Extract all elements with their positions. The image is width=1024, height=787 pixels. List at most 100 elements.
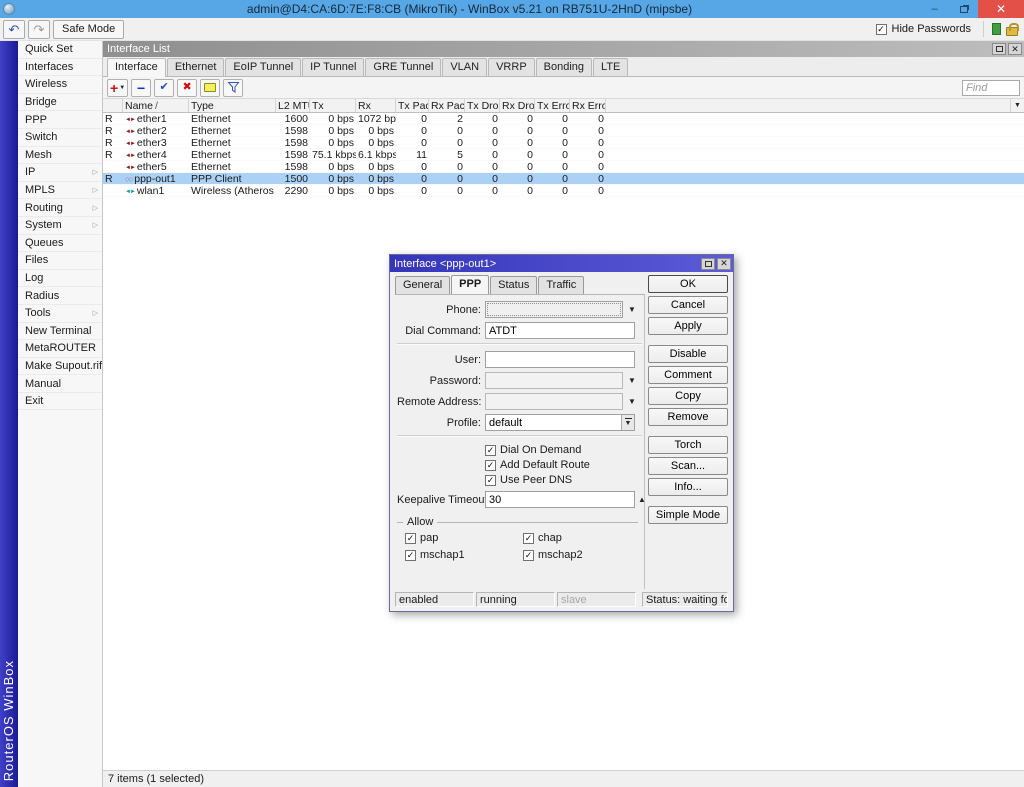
- sidebar-item-system[interactable]: System▷: [18, 217, 102, 235]
- keepalive-field[interactable]: [485, 491, 635, 508]
- add-button[interactable]: +▼: [107, 79, 128, 97]
- sidebar-item-interfaces[interactable]: Interfaces: [18, 59, 102, 77]
- column-header-rx-drops[interactable]: Rx Drops: [500, 99, 535, 112]
- sidebar-item-switch[interactable]: Switch: [18, 129, 102, 147]
- dialog-tab-general[interactable]: General: [395, 276, 450, 294]
- table-row-ether4[interactable]: R◄►ether4Ethernet159875.1 kbps6.1 kbps11…: [103, 149, 1024, 161]
- sidebar-item-queues[interactable]: Queues: [18, 235, 102, 253]
- column-header-tx-errors[interactable]: Tx Errors: [535, 99, 570, 112]
- tab-eoip-tunnel[interactable]: EoIP Tunnel: [225, 58, 301, 76]
- table-row-wlan1[interactable]: ◄►wlan1Wireless (Atheros 11N)22900 bps0 …: [103, 185, 1024, 197]
- column-header-rx[interactable]: Rx: [356, 99, 396, 112]
- column-header-rx-errors[interactable]: Rx Errors: [570, 99, 606, 112]
- column-header-name[interactable]: Name/: [123, 99, 189, 112]
- close-button[interactable]: ✕: [978, 0, 1024, 18]
- copy-button[interactable]: Copy: [648, 387, 728, 405]
- sidebar-item-bridge[interactable]: Bridge: [18, 94, 102, 112]
- interface-list-close-button[interactable]: ✕: [1008, 43, 1022, 55]
- hide-passwords-checkbox[interactable]: ✓: [876, 24, 887, 35]
- remove-button[interactable]: Remove: [648, 408, 728, 426]
- table-row-ether1[interactable]: R◄►ether1Ethernet16000 bps1072 bps020000: [103, 113, 1024, 125]
- sidebar-item-make-supout-rif[interactable]: Make Supout.rif: [18, 358, 102, 376]
- profile-combo-icon[interactable]: ▼: [621, 415, 634, 430]
- table-row-ether5[interactable]: ◄►ether5Ethernet15980 bps0 bps000000: [103, 161, 1024, 173]
- password-dropdown-icon[interactable]: ▼: [626, 376, 638, 385]
- sidebar-item-manual[interactable]: Manual: [18, 375, 102, 393]
- cancel-button[interactable]: Cancel: [648, 296, 728, 314]
- ok-button[interactable]: OK: [648, 275, 728, 293]
- checkbox-mschap2[interactable]: ✓mschap2: [523, 548, 642, 562]
- sidebar-item-wireless[interactable]: Wireless: [18, 76, 102, 94]
- dial-command-field[interactable]: [485, 322, 635, 339]
- checkbox-chap[interactable]: ✓chap: [523, 531, 642, 545]
- tab-lte[interactable]: LTE: [593, 58, 628, 76]
- column-select-icon[interactable]: ▼: [1010, 99, 1024, 112]
- remote-address-field[interactable]: [485, 393, 623, 410]
- column-header-rx-pac[interactable]: Rx Pac...: [429, 99, 465, 112]
- redo-button[interactable]: ↷: [28, 20, 50, 39]
- column-header-tx[interactable]: Tx: [310, 99, 356, 112]
- sidebar-item-files[interactable]: Files: [18, 252, 102, 270]
- sidebar-item-quick-set[interactable]: Quick Set: [18, 41, 102, 59]
- sidebar-item-tools[interactable]: Tools▷: [18, 305, 102, 323]
- table-row-ether3[interactable]: R◄►ether3Ethernet15980 bps0 bps000000: [103, 137, 1024, 149]
- phone-field[interactable]: [485, 301, 623, 318]
- sidebar-item-ip[interactable]: IP▷: [18, 164, 102, 182]
- phone-dropdown-icon[interactable]: ▼: [626, 305, 638, 314]
- checkbox-add-default-route[interactable]: ✓Add Default Route: [485, 458, 642, 472]
- remove-button[interactable]: −: [131, 79, 151, 97]
- sidebar-item-metarouter[interactable]: MetaROUTER: [18, 340, 102, 358]
- checkbox-use-peer-dns[interactable]: ✓Use Peer DNS: [485, 473, 642, 487]
- interface-list-restore-button[interactable]: [992, 43, 1006, 55]
- tab-interface[interactable]: Interface: [107, 58, 166, 77]
- sidebar-item-mpls[interactable]: MPLS▷: [18, 182, 102, 200]
- disable-button[interactable]: ✖: [177, 79, 197, 97]
- password-field[interactable]: [485, 372, 623, 389]
- user-field[interactable]: [485, 351, 635, 368]
- find-input[interactable]: [962, 80, 1020, 96]
- sidebar-item-routing[interactable]: Routing▷: [18, 199, 102, 217]
- dialog-tab-traffic[interactable]: Traffic: [538, 276, 584, 294]
- simple-mode-button[interactable]: Simple Mode: [648, 506, 728, 524]
- tab-vrrp[interactable]: VRRP: [488, 58, 535, 76]
- comment-button[interactable]: Comment: [648, 366, 728, 384]
- filter-button[interactable]: [223, 79, 243, 97]
- column-header-type[interactable]: Type: [189, 99, 276, 112]
- tab-bonding[interactable]: Bonding: [536, 58, 592, 76]
- sidebar-item-radius[interactable]: Radius: [18, 287, 102, 305]
- info-button[interactable]: Info...: [648, 478, 728, 496]
- checkbox-mschap1[interactable]: ✓mschap1: [405, 548, 523, 562]
- checkbox-pap[interactable]: ✓pap: [405, 531, 523, 545]
- tab-ethernet[interactable]: Ethernet: [167, 58, 225, 76]
- dialog-close-button[interactable]: ✕: [717, 258, 731, 270]
- tab-vlan[interactable]: VLAN: [442, 58, 487, 76]
- sidebar-item-exit[interactable]: Exit: [18, 393, 102, 411]
- checkbox-dial-on-demand[interactable]: ✓Dial On Demand: [485, 443, 642, 457]
- apply-button[interactable]: Apply: [648, 317, 728, 335]
- dialog-tab-ppp[interactable]: PPP: [451, 275, 489, 295]
- tab-gre-tunnel[interactable]: GRE Tunnel: [365, 58, 441, 76]
- dialog-restore-button[interactable]: [701, 258, 715, 270]
- dialog-tab-status[interactable]: Status: [490, 276, 537, 294]
- scan-button[interactable]: Scan...: [648, 457, 728, 475]
- tab-ip-tunnel[interactable]: IP Tunnel: [302, 58, 364, 76]
- column-header-flag[interactable]: [103, 99, 123, 112]
- sidebar-item-mesh[interactable]: Mesh: [18, 147, 102, 165]
- disable-button[interactable]: Disable: [648, 345, 728, 363]
- column-header-tx-pac[interactable]: Tx Pac...: [396, 99, 429, 112]
- restore-button[interactable]: [949, 0, 978, 18]
- torch-button[interactable]: Torch: [648, 436, 728, 454]
- profile-field[interactable]: [485, 414, 635, 431]
- undo-button[interactable]: ↶: [3, 20, 25, 39]
- minimize-button[interactable]: –: [920, 0, 949, 18]
- sidebar-item-new-terminal[interactable]: New Terminal: [18, 323, 102, 341]
- column-header-tx-drops[interactable]: Tx Drops: [465, 99, 500, 112]
- enable-button[interactable]: ✔: [154, 79, 174, 97]
- remote-address-dropdown-icon[interactable]: ▼: [626, 397, 638, 406]
- table-row-ether2[interactable]: R◄►ether2Ethernet15980 bps0 bps000000: [103, 125, 1024, 137]
- comment-button[interactable]: [200, 79, 220, 97]
- keepalive-up-icon[interactable]: ▲: [638, 495, 646, 504]
- column-header-l2-mtu[interactable]: L2 MTU: [276, 99, 310, 112]
- sidebar-item-log[interactable]: Log: [18, 270, 102, 288]
- sidebar-item-ppp[interactable]: PPP: [18, 111, 102, 129]
